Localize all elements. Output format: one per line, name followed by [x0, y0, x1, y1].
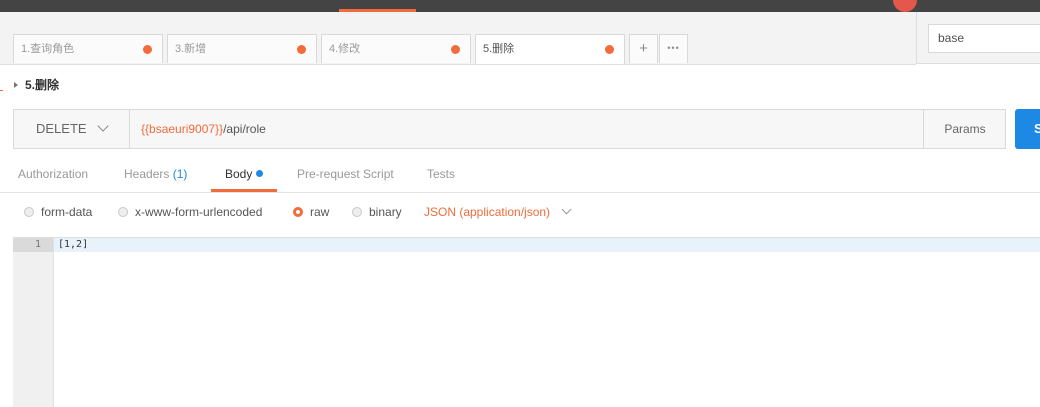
- code-line[interactable]: [1,2]: [58, 238, 88, 252]
- chevron-down-icon: [96, 120, 109, 132]
- headers-count-badge: (1): [172, 167, 188, 181]
- app-top-bar: [0, 0, 1040, 12]
- radio-circle-icon: [352, 207, 362, 217]
- request-tab-create[interactable]: 3.新增: [167, 34, 317, 63]
- tab-pre-request-script[interactable]: Pre-request Script: [297, 158, 394, 190]
- caret-right-icon: [14, 82, 18, 88]
- send-button[interactable]: S: [1015, 109, 1040, 149]
- url-bar: DELETE {{bsaeuri9007}}/api/role Params: [13, 109, 1006, 149]
- chevron-down-icon: [561, 204, 572, 215]
- radio-binary[interactable]: binary: [352, 199, 402, 225]
- environment-panel: base: [916, 12, 1040, 64]
- tab-options-button[interactable]: •••: [659, 34, 688, 63]
- line-number: 1: [34, 239, 41, 250]
- radio-urlencoded[interactable]: x-www-form-urlencoded: [118, 199, 262, 225]
- radio-selected-icon: [293, 207, 303, 217]
- request-subtabs: Authorization Headers (1) Body Pre-reque…: [0, 158, 1040, 193]
- radio-raw[interactable]: raw: [293, 199, 329, 225]
- tab-label: 4.修改: [329, 43, 361, 55]
- request-tab-update[interactable]: 4.修改: [321, 34, 471, 63]
- method-select[interactable]: DELETE: [14, 110, 130, 148]
- radio-circle-icon: [118, 207, 128, 217]
- headers-label: Headers: [124, 167, 170, 181]
- body-mode-options: form-data x-www-form-urlencoded raw bina…: [0, 199, 1040, 225]
- active-line-highlight: [13, 238, 1040, 252]
- url-variable: {{bsaeuri9007}}: [141, 122, 224, 136]
- tab-label: 5.删除: [483, 43, 515, 55]
- tab-authorization[interactable]: Authorization: [18, 158, 88, 190]
- radio-label: binary: [369, 205, 402, 219]
- unsaved-dot-icon: [451, 45, 460, 54]
- tab-tests[interactable]: Tests: [427, 158, 455, 190]
- url-input[interactable]: {{bsaeuri9007}}/api/role: [130, 110, 923, 148]
- method-label: DELETE: [36, 121, 87, 136]
- sidebar-edge-marker: [0, 90, 3, 91]
- request-name-label: 5.删除: [25, 78, 60, 92]
- tab-label: 3.新增: [175, 43, 207, 55]
- request-tab-query-role[interactable]: 1.查询角色: [13, 34, 163, 63]
- tab-label: 1.查询角色: [21, 43, 75, 55]
- environment-select[interactable]: base: [928, 24, 1040, 53]
- body-indicator-dot-icon: [256, 170, 264, 177]
- plus-icon: +: [639, 40, 648, 57]
- params-button[interactable]: Params: [923, 110, 1006, 148]
- request-name[interactable]: 5.删除: [14, 76, 59, 93]
- request-tab-delete[interactable]: 5.删除: [475, 34, 625, 64]
- unsaved-dot-icon: [143, 45, 152, 54]
- ellipsis-icon: •••: [667, 43, 680, 53]
- body-editor[interactable]: 1 [1,2]: [13, 237, 1040, 407]
- unsaved-dot-icon: [605, 45, 614, 54]
- body-label: Body: [225, 167, 253, 181]
- tab-headers[interactable]: Headers (1): [124, 158, 187, 190]
- request-tab-strip: 1.查询角色 3.新增 4.修改 5.删除 + •••: [0, 12, 916, 65]
- content-type-label: JSON (application/json): [424, 205, 551, 219]
- radio-circle-icon: [24, 207, 34, 217]
- content-type-select[interactable]: JSON (application/json): [424, 199, 572, 225]
- new-tab-button[interactable]: +: [629, 34, 658, 63]
- radio-form-data[interactable]: form-data: [24, 199, 92, 225]
- url-path: /api/role: [223, 122, 266, 136]
- unsaved-dot-icon: [297, 45, 306, 54]
- editor-gutter: [13, 238, 54, 407]
- radio-label: form-data: [41, 205, 93, 219]
- radio-label: raw: [310, 205, 330, 219]
- tab-body[interactable]: Body: [211, 158, 278, 192]
- radio-label: x-www-form-urlencoded: [135, 205, 263, 219]
- avatar[interactable]: [893, 0, 917, 12]
